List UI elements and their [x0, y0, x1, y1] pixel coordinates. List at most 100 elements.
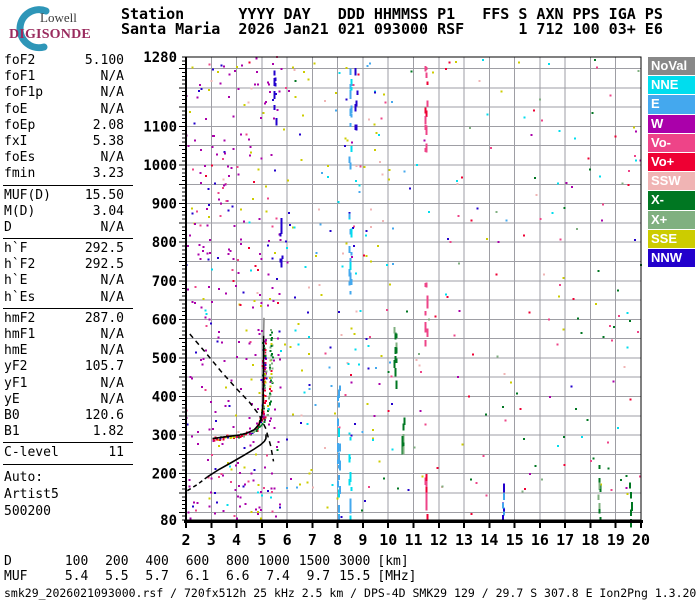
param-ye: yE N/A: [3, 392, 133, 408]
y-tick-label: 600: [152, 312, 177, 328]
row-value: 5.7: [145, 568, 169, 584]
param-b1: B1 1.82: [3, 424, 133, 440]
row-unit: [MHz]: [377, 568, 417, 584]
param-label: yF2: [4, 359, 28, 375]
param-md: M(D) 3.04: [3, 204, 133, 220]
param-value: 1.82: [92, 424, 124, 440]
param-value: 292.5: [84, 241, 124, 257]
legend-vo: Vo+: [648, 152, 695, 172]
param-fxi: fxI 5.38: [3, 134, 133, 150]
row-value: 400: [145, 554, 169, 569]
param-label: foF1: [4, 69, 36, 85]
param-he: h`E N/A: [3, 273, 133, 289]
param-label: hmF2: [4, 310, 36, 326]
x-tick-label: 9: [358, 531, 367, 549]
param-value: N/A: [100, 219, 124, 235]
param-value: 292.5: [84, 257, 124, 273]
param-value: 3.23: [92, 166, 124, 182]
param-value: N/A: [100, 343, 124, 359]
y-tick-label: 500: [152, 351, 177, 367]
param-value: N/A: [100, 327, 124, 342]
param-value: 15.50: [84, 187, 124, 203]
station-header: Station YYYY DAY DDD HHMMSS P1 FFS S AXN…: [121, 7, 663, 36]
y-tick-label: 700: [152, 274, 177, 290]
param-fof1: foF1 N/A: [3, 69, 133, 85]
param-label: foEs: [4, 150, 36, 166]
param-group: hmF2 287.0 hmF1 N/A hmE N/A yF2 105.7 yF1 N/A yE N/…: [3, 309, 133, 444]
digisonde-logo: Lowell DIGISONDE: [2, 2, 120, 52]
x-tick-label: 10: [379, 531, 397, 549]
param-clevel: C-level 11: [3, 445, 133, 461]
footer-status-line: smk29_2026021093000.rsf / 720fx512h 25 k…: [4, 586, 697, 600]
param-value: N/A: [100, 273, 124, 289]
y-tick-label: 200: [152, 467, 177, 483]
param-foe: foE N/A: [3, 102, 133, 118]
param-b0: B0 120.6: [3, 408, 133, 424]
y-tick-label: 1280: [143, 50, 177, 66]
rfi-streaks: [273, 66, 633, 528]
param-value: 120.6: [84, 407, 124, 423]
param-hf2: h`F2 292.5: [3, 257, 133, 273]
param-group: MUF(D) 15.50 M(D) 3.04 D N/A: [3, 186, 133, 240]
param-label: MUF(D): [4, 187, 51, 203]
param-hme: hmE N/A: [3, 343, 133, 359]
param-label: foF1p: [4, 85, 44, 101]
legend-nnw: NNW: [648, 248, 695, 268]
echo-legend: NoVal NNE E W Vo- Vo+ SSW X- X+ SSE NNW: [648, 57, 695, 268]
x-tick-label: 19: [607, 531, 625, 549]
legend-x: X-: [648, 191, 695, 210]
param-label: hmF1: [4, 327, 36, 342]
param-label: h`F: [4, 241, 28, 257]
row-value: 600: [185, 554, 210, 569]
param-mufd: MUF(D) 15.50: [3, 188, 133, 204]
row-unit: [km]: [377, 554, 409, 569]
param-label: B0: [4, 407, 20, 423]
legend-x: X+: [648, 210, 695, 229]
legend-ssw: SSW: [648, 172, 695, 191]
row-value: 6.1: [185, 568, 210, 584]
param-label: h`Es: [4, 289, 36, 305]
param-hes: h`Es N/A: [3, 290, 133, 306]
param-fmin: fmin 3.23: [3, 166, 133, 182]
x-tick-label: 3: [207, 531, 216, 549]
param-fof1p: foF1p N/A: [3, 85, 133, 101]
header-line2: Santa Maria 2026 Jan21 021 093000 RSF 1 …: [121, 19, 663, 38]
param-label: B1: [4, 424, 20, 440]
param-foep: foEp 2.08: [3, 118, 133, 134]
param-label: fxI: [4, 133, 28, 149]
param-label: C-level: [4, 445, 59, 461]
param-hf: h`F 292.5: [3, 241, 133, 257]
legend-sse: SSE: [648, 229, 695, 248]
param-value: 5.100: [84, 53, 124, 68]
param-group: h`F 292.5 h`F2 292.5 h`E N/A h`Es N/A: [3, 239, 133, 309]
row-value: 5.5: [105, 568, 129, 584]
legend-e: E: [648, 95, 695, 114]
row-value: 1500: [298, 554, 331, 569]
x-tick-label: 16: [531, 531, 549, 549]
row-value: 9.7: [306, 568, 331, 584]
param-label: foF2: [4, 53, 36, 68]
row-label: D: [4, 554, 12, 569]
param-label: fmin: [4, 166, 36, 182]
y-tick-label: 900: [152, 197, 177, 213]
autoscaling-line: Artist5: [4, 486, 59, 502]
param-value: N/A: [100, 289, 124, 305]
muf-row: MUF 5.4 5.5 5.7 6.1 6.6 7.4 9.7 15.5 [MHz]: [4, 568, 417, 585]
legend-noval: NoVal: [648, 57, 695, 76]
x-tick-label: 20: [632, 531, 650, 549]
y-tick-label: 1000: [143, 158, 177, 174]
param-value: 2.08: [92, 117, 124, 133]
param-value: 287.0: [84, 310, 124, 326]
axes: [179, 56, 643, 528]
param-label: h`F2: [4, 257, 36, 273]
y-tick-label: 800: [152, 235, 177, 251]
row-value: 100: [64, 554, 89, 569]
row-value: 1000: [258, 554, 290, 569]
row-value: 6.6: [226, 568, 250, 584]
param-label: D: [4, 219, 12, 235]
y-tick-label: 400: [152, 390, 177, 406]
row-value: 15.5: [339, 568, 371, 584]
row-value: 7.4: [266, 568, 290, 584]
y-tick-label: 80: [160, 513, 177, 529]
legend-w: W: [648, 114, 695, 133]
